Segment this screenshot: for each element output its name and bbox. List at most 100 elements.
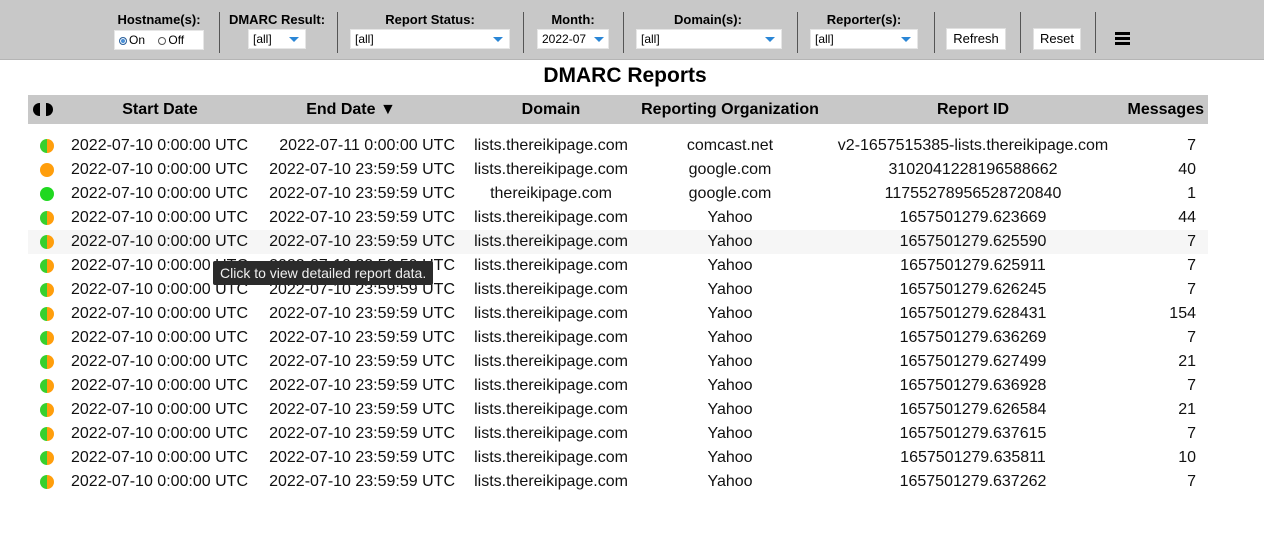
table-row[interactable]: 2022-07-10 0:00:00 UTC2022-07-10 23:59:5… [28,350,1208,374]
start-date-cell: 2022-07-10 0:00:00 UTC [71,137,248,154]
table-row[interactable]: 2022-07-10 0:00:00 UTC2022-07-10 23:59:5… [28,374,1208,398]
toolbar-divider [797,12,798,53]
toolbar-divider [219,12,220,53]
reporting-org-cell: Yahoo [707,281,753,298]
status-dot-icon [40,211,54,225]
messages-cell: 7 [1187,377,1196,394]
reporters-label: Reporter(s): [826,12,902,27]
chevron-down-icon [289,37,299,42]
reporting-org-cell: Yahoo [707,425,753,442]
report-status-label: Report Status: [385,12,475,27]
reporting-org-cell: Yahoo [707,353,753,370]
status-dot-icon [40,187,54,201]
status-dot-icon [40,139,54,153]
start-date-cell: 2022-07-10 0:00:00 UTC [71,449,248,466]
report-id-cell: 1657501279.627499 [899,353,1047,370]
report-id-cell: 1657501279.626245 [899,281,1047,298]
month-select[interactable]: 2022-07 [537,29,609,49]
reporting-org-header[interactable]: Reporting Organization [634,95,826,124]
end-date-cell: 2022-07-10 23:59:59 UTC [269,377,455,394]
hostname-radio-group: On Off [114,30,204,50]
chevron-down-icon [493,37,503,42]
start-date-header[interactable]: Start Date [108,95,212,124]
report-id-cell: 1657501279.625911 [900,257,1046,274]
end-date-cell: 2022-07-10 23:59:59 UTC [269,353,455,370]
end-date-header[interactable]: End Date ▼ [298,95,404,124]
status-dot-icon [40,307,54,321]
domain-header[interactable]: Domain [498,95,604,124]
domain-cell: lists.thereikipage.com [474,305,628,322]
chevron-down-icon [901,37,911,42]
end-date-cell: 2022-07-10 23:59:59 UTC [269,473,455,490]
start-date-cell: 2022-07-10 0:00:00 UTC [71,329,248,346]
dmarc-result-filter: DMARC Result: [224,12,330,27]
table-row[interactable]: 2022-07-10 0:00:00 UTC2022-07-10 23:59:5… [28,230,1208,254]
end-date-cell: 2022-07-10 23:59:59 UTC [269,209,455,226]
hostname-filter: Hostname(s): [108,12,210,27]
end-date-cell: 2022-07-10 23:59:59 UTC [269,449,455,466]
hostname-on-label[interactable]: On [129,33,145,47]
hamburger-menu-icon[interactable] [1115,32,1130,47]
status-dot-icon [40,235,54,249]
domain-cell: lists.thereikipage.com [474,449,628,466]
status-dot-icon [40,163,54,177]
table-row[interactable]: 2022-07-10 0:00:00 UTC 2022-07-11 0:00:00… [28,134,1208,158]
domain-cell: lists.thereikipage.com [474,329,628,346]
table-row[interactable]: 2022-07-10 0:00:00 UTC 2022-07-10 23:59:5… [28,470,1208,494]
messages-header[interactable]: Messages [1118,95,1205,124]
report-id-cell: 1657501279.636269 [899,329,1047,346]
refresh-button[interactable]: Refresh [946,28,1006,50]
reporters-select[interactable]: [all] [810,29,918,49]
domain-cell: lists.thereikipage.com [474,281,628,298]
domain-cell: lists.thereikipage.com [474,377,628,394]
report-id-cell: 1657501279.626584 [899,401,1047,418]
report-id-cell: 1657501279.637262 [899,473,1047,490]
start-date-cell: 2022-07-10 0:00:00 UTC [71,209,248,226]
toolbar-divider [337,12,338,53]
status-column-header[interactable] [33,103,53,121]
report-status-select[interactable]: [all] [350,29,510,49]
reporting-org-cell: Yahoo [707,449,753,466]
start-date-cell: 2022-07-10 0:00:00 UTC [71,161,248,178]
report-id-header[interactable]: Report ID [898,95,1048,124]
hostname-off-radio[interactable] [158,37,167,45]
month-filter: Month: [532,12,614,27]
toolbar-divider [1020,12,1021,53]
table-row[interactable]: 2022-07-10 0:00:00 UTC2022-07-10 23:59:5… [28,182,1208,206]
start-date-cell: 2022-07-10 0:00:00 UTC [71,401,248,418]
end-date-cell: 2022-07-10 23:59:59 UTC [269,185,455,202]
table-header: Start Date End Date ▼ Domain Reporting O… [28,95,1208,124]
reporting-org-cell: google.com [688,185,772,202]
dmarc-result-select[interactable]: [all] [248,29,306,49]
start-date-cell: 2022-07-10 0:00:00 UTC [71,473,248,490]
table-row[interactable]: 2022-07-10 0:00:00 UTC2022-07-10 23:59:5… [28,158,1208,182]
report-id-cell: 1657501279.628431 [899,305,1047,322]
reset-button[interactable]: Reset [1033,28,1081,50]
report-id-cell: 1657501279.636928 [899,377,1047,394]
table-row[interactable]: 2022-07-10 0:00:00 UTC2022-07-10 23:59:5… [28,302,1208,326]
domain-cell: lists.thereikipage.com [474,257,628,274]
table-row[interactable]: 2022-07-10 0:00:00 UTC2022-07-10 23:59:5… [28,254,1208,278]
reporting-org-cell: Yahoo [707,473,753,490]
domain-cell: lists.thereikipage.com [474,209,628,226]
end-date-cell: 2022-07-10 23:59:59 UTC [269,425,455,442]
table-row[interactable]: 2022-07-10 0:00:00 UTC2022-07-10 23:59:5… [28,278,1208,302]
reporters-filter: Reporter(s): [806,12,922,27]
end-date-cell: 2022-07-10 23:59:59 UTC [269,233,455,250]
table-row[interactable]: 2022-07-10 0:00:00 UTC 2022-07-10 23:59:5… [28,422,1208,446]
hostname-on-radio[interactable] [119,37,127,45]
domain-cell: lists.thereikipage.com [474,161,628,178]
hostname-off-label[interactable]: Off [168,33,184,47]
table-row[interactable]: 2022-07-10 0:00:00 UTC 2022-07-10 23:59:5… [28,206,1208,230]
end-date-cell: 2022-07-10 23:59:59 UTC [269,305,455,322]
half-circle-right-icon [46,103,53,116]
table-row[interactable]: 2022-07-10 0:00:00 UTC 2022-07-10 23:59:5… [28,446,1208,470]
domain-cell: lists.thereikipage.com [474,353,628,370]
table-row[interactable] [28,494,1208,499]
domains-select[interactable]: [all] [636,29,782,49]
start-date-cell: 2022-07-10 0:00:00 UTC [71,425,248,442]
report-id-cell: 1657501279.637615 [899,425,1047,442]
messages-cell: 7 [1187,137,1196,154]
table-row[interactable]: 2022-07-10 0:00:00 UTC2022-07-10 23:59:5… [28,398,1208,422]
table-row[interactable]: 2022-07-10 0:00:00 UTC2022-07-10 23:59:5… [28,326,1208,350]
